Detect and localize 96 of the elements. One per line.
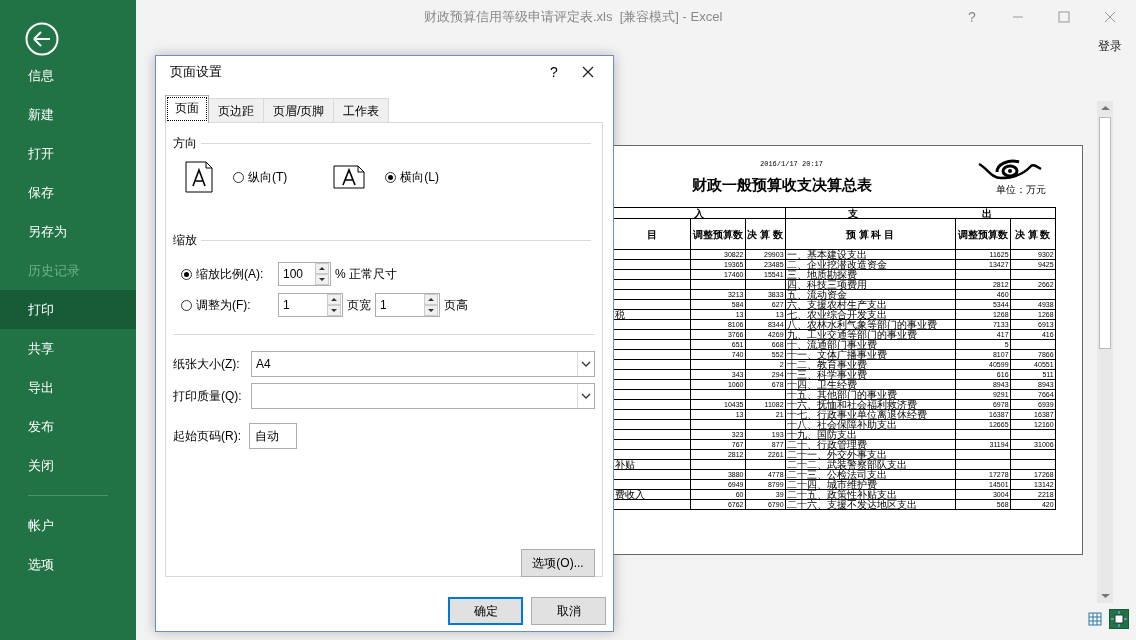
- grid-icon: [1088, 612, 1102, 626]
- sidebar-item[interactable]: 信息: [0, 56, 136, 95]
- sidebar-item[interactable]: 打印: [0, 290, 136, 329]
- table-cell: 费收入: [614, 489, 690, 500]
- field-label: 页高: [444, 296, 468, 314]
- table-cell: 十九、国防支出: [785, 429, 956, 440]
- paper-size-dropdown[interactable]: A4: [251, 351, 595, 377]
- table-cell: 二十一、外交外事支出: [785, 449, 956, 460]
- sidebar-item[interactable]: 打开: [0, 134, 136, 173]
- table-cell: 预 算 科 目: [785, 218, 956, 250]
- table-cell: 调整预算数: [955, 218, 1011, 250]
- sidebar-item: 历史记录: [27, 261, 81, 280]
- radio-label[interactable]: 横向(L): [400, 168, 439, 186]
- first-page-field[interactable]: 自动: [249, 423, 297, 449]
- dialog-title: 页面设置: [170, 63, 223, 81]
- sidebar-item[interactable]: 导出: [0, 368, 136, 407]
- table-cell: 十七、行政事业单位离退休经费: [785, 409, 956, 420]
- table-cell: 十、流通部门事业费: [785, 339, 956, 350]
- scroll-thumb[interactable]: [1099, 117, 1111, 349]
- tab[interactable]: 页边距: [208, 98, 264, 122]
- caret-icon[interactable]: [581, 393, 591, 399]
- table-cell: 二十二、武装警察部队支出: [785, 459, 956, 470]
- table-cell: 二十六、支援不发达地区支出: [785, 499, 956, 510]
- table-cell: 七、农业综合开发支出: [785, 309, 956, 320]
- table-cell: 支: [848, 208, 859, 218]
- table-cell: 二十三、公检法司支出: [785, 469, 956, 480]
- sidebar-item[interactable]: 发布: [0, 407, 136, 446]
- table-cell: 三、地质勘探费: [785, 269, 956, 280]
- table-cell: 二十、行政管理费: [785, 439, 956, 450]
- table-cell: 十四、卫生经费: [785, 379, 956, 390]
- close-icon[interactable]: [582, 66, 594, 78]
- unit-label: 单位：万元: [996, 184, 1046, 195]
- tab[interactable]: 页面: [165, 95, 209, 123]
- table-cell: 十二、教育事业费: [785, 359, 956, 370]
- back-icon[interactable]: [25, 22, 59, 56]
- landscape-page-icon: [333, 165, 366, 189]
- spinner-arrows-icon[interactable]: [424, 294, 438, 316]
- swirl-logo-icon: [977, 158, 1043, 182]
- table-cell: 目: [614, 218, 690, 250]
- sidebar-item[interactable]: 新建: [0, 95, 136, 134]
- table-cell: 六、支援农村生产支出: [785, 299, 956, 310]
- radio-label[interactable]: 纵向(T): [248, 168, 288, 186]
- field-label: 页宽: [347, 296, 371, 314]
- table-cell: 十三、科学事业费: [785, 369, 956, 380]
- sidebar-item[interactable]: 另存为: [0, 212, 136, 251]
- tab[interactable]: 工作表: [333, 98, 390, 122]
- table-cell: 二十四、城市维护费: [785, 479, 956, 490]
- table-cell: 决 算 数: [745, 218, 786, 250]
- spinner-arrows-icon[interactable]: [315, 263, 329, 285]
- fit-page-icon: [1111, 611, 1127, 627]
- table-cell: 八、农林水利气象等部门的事业费: [785, 319, 956, 330]
- dialog-button[interactable]: 取消: [531, 597, 606, 625]
- field-label: % 正常尺寸: [335, 265, 397, 283]
- table-cell: 二十五、政策性补贴支出: [785, 489, 956, 500]
- table-cell: 税: [614, 309, 690, 320]
- table-cell: 入: [614, 207, 786, 219]
- section-heading: 方向: [173, 135, 197, 152]
- window-title: 财政预算信用等级申请评定表.xls [兼容模式] - Excel: [423, 8, 724, 26]
- dialog-button[interactable]: 确定: [448, 597, 523, 625]
- table-cell: 补贴: [614, 459, 690, 470]
- vertical-scrollbar[interactable]: [1097, 101, 1113, 603]
- pages-tall-field[interactable]: 1: [375, 293, 440, 317]
- table-cell: 十八、社会保障补助支出: [785, 419, 956, 430]
- table-cell: 一、基本建设支出: [785, 249, 956, 260]
- table-cell: 四、科技三项费用: [785, 279, 956, 290]
- sidebar-item[interactable]: 保存: [0, 173, 136, 212]
- table-cell: 决 算 数: [1010, 218, 1056, 250]
- portrait-page-icon: [185, 161, 213, 193]
- field-label: 打印质量(Q):: [173, 387, 243, 405]
- table-cell: 出: [981, 208, 992, 218]
- sidebar-item[interactable]: 帐户: [0, 506, 136, 545]
- sign-in-link[interactable]: 登录: [1098, 38, 1122, 55]
- table-cell: 二、企业挖潜改造资金: [785, 259, 956, 270]
- sidebar-item[interactable]: 共享: [0, 329, 136, 368]
- report-title: 财政一般预算收支决算总表: [692, 176, 872, 195]
- table-cell: 九、工业交通等部门的事业费: [785, 329, 956, 340]
- spinner-arrows-icon[interactable]: [327, 294, 341, 316]
- radio-label[interactable]: 调整为(F):: [196, 296, 251, 314]
- field-label: 纸张大小(Z):: [173, 355, 241, 373]
- field-label: 起始页码(R):: [173, 427, 242, 445]
- pages-wide-field[interactable]: 1: [278, 293, 343, 317]
- table-cell: 十五、其他部门的事业费: [785, 389, 956, 400]
- caret-icon[interactable]: [581, 361, 591, 367]
- table-cell: 五、流动资金: [785, 289, 956, 300]
- percent-field[interactable]: 100: [278, 262, 331, 286]
- table-cell: 十一、文体广播事业费: [785, 349, 956, 360]
- help-button[interactable]: ?: [534, 64, 574, 80]
- sidebar-item[interactable]: 关闭: [0, 446, 136, 485]
- section-heading: 缩放: [173, 232, 197, 249]
- view-button[interactable]: [1109, 609, 1129, 629]
- table-cell: 调整预算数: [690, 218, 745, 250]
- radio-label[interactable]: 缩放比例(A):: [196, 265, 264, 283]
- options-button[interactable]: 选项(O)...: [521, 549, 595, 577]
- sidebar-item[interactable]: 选项: [0, 545, 136, 584]
- tab[interactable]: 页眉/页脚: [263, 98, 335, 122]
- table-cell: 十六、抚恤和社会福利救济费: [785, 399, 956, 410]
